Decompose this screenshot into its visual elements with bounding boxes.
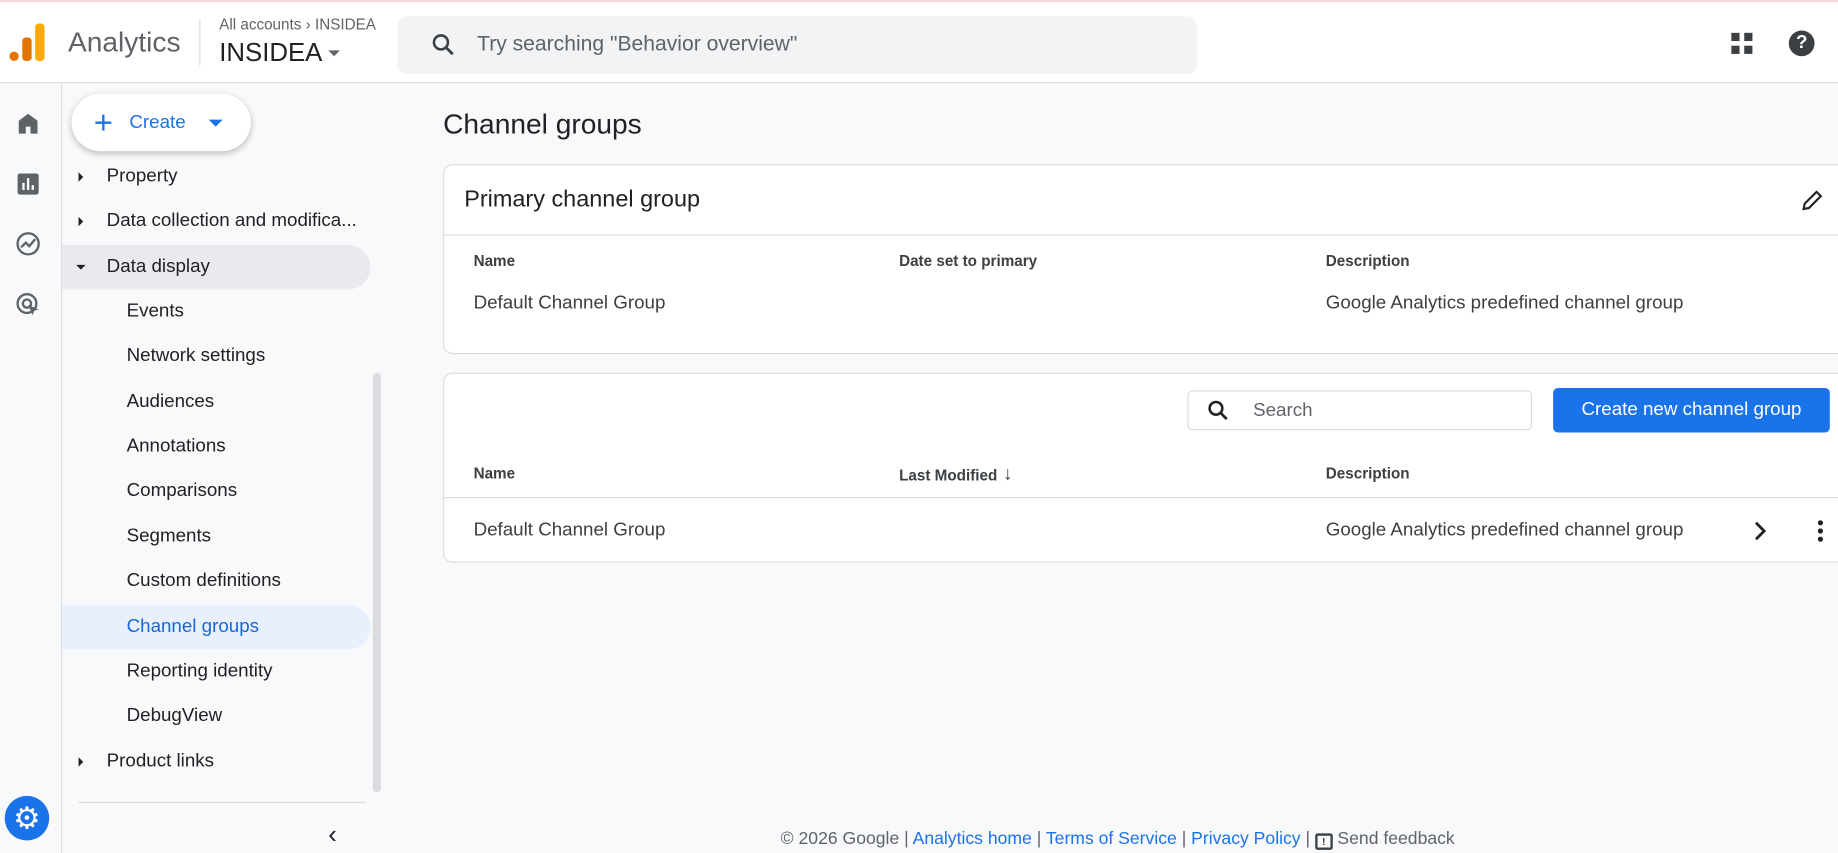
left-rail: ⚙ — [0, 83, 63, 853]
header-divider — [199, 18, 201, 66]
nav-label: Audiences — [126, 391, 215, 412]
nav-audiences[interactable]: Audiences — [62, 380, 370, 425]
nav-label: Data display — [106, 256, 210, 277]
create-label: Create — [129, 111, 186, 132]
breadcrumb-root[interactable]: All accounts — [219, 15, 301, 33]
expand-icon — [78, 172, 84, 182]
property-selector[interactable]: INSIDEA — [219, 38, 340, 68]
column-header-name: Name — [473, 252, 516, 270]
expand-icon — [78, 216, 84, 227]
send-feedback-button[interactable]: ! Send feedback — [1314, 828, 1455, 850]
nav-annotations[interactable]: Annotations — [62, 424, 370, 469]
privacy-link[interactable]: Privacy Policy — [1191, 829, 1300, 849]
nav-events[interactable]: Events — [62, 290, 370, 335]
nav-label: Data collection and modifica... — [106, 210, 357, 231]
search-placeholder: Try searching "Behavior overview" — [477, 31, 798, 56]
column-header-name[interactable]: Name — [474, 464, 516, 482]
nav-reporting-identity[interactable]: Reporting identity — [62, 649, 370, 694]
search-icon — [432, 34, 454, 56]
property-name: INSIDEA — [219, 37, 323, 67]
nav-label: Product links — [106, 751, 215, 772]
primary-channel-group-card: Primary channel group Name Date set to p… — [443, 164, 1838, 355]
nav-label: Network settings — [126, 345, 266, 366]
nav-label: Segments — [126, 526, 212, 547]
nav-label: DebugView — [126, 705, 223, 726]
nav-label: Events — [126, 301, 184, 322]
explore-icon[interactable] — [14, 230, 42, 258]
more-vert-icon[interactable] — [1817, 519, 1824, 542]
table-row[interactable]: Default Channel Group Google Analytics p… — [444, 498, 1838, 562]
nav-label: Comparisons — [126, 480, 238, 501]
primary-group-description: Google Analytics predefined channel grou… — [1325, 293, 1684, 313]
column-header-date: Date set to primary — [899, 252, 1038, 270]
apps-grid-icon[interactable] — [1730, 32, 1753, 55]
breadcrumb[interactable]: All accounts › INSIDEA — [219, 15, 376, 33]
plus-icon: + — [93, 103, 113, 141]
nav-debugview[interactable]: DebugView — [62, 694, 370, 739]
column-header-description: Description — [1325, 464, 1410, 482]
analytics-logo[interactable] — [9, 23, 45, 61]
nav-product-links[interactable]: Product links — [62, 740, 370, 785]
footer: © 2026 Google | Analytics home | Terms o… — [780, 828, 1455, 850]
app-name: Analytics — [67, 26, 181, 59]
send-feedback-label: Send feedback — [1337, 828, 1455, 849]
edit-pencil-icon[interactable] — [1799, 188, 1825, 214]
nav-label: Annotations — [126, 436, 226, 456]
caret-down-icon — [209, 118, 224, 127]
nav-scrollbar[interactable] — [372, 372, 381, 793]
row-description: Google Analytics predefined channel grou… — [1325, 520, 1684, 541]
nav-label: Custom definitions — [126, 570, 281, 591]
nav-label: Property — [106, 166, 178, 187]
create-new-channel-group-button[interactable]: Create new channel group — [1553, 387, 1830, 433]
home-icon[interactable] — [14, 109, 42, 137]
column-header-last-modified[interactable]: Last Modified ↓ — [899, 464, 1012, 485]
channel-groups-list-card: Search Create new channel group Name Las… — [443, 372, 1838, 563]
help-icon[interactable]: ? — [1788, 30, 1815, 57]
global-search-input[interactable]: Try searching "Behavior overview" — [397, 16, 1197, 74]
chevron-right-icon[interactable] — [1752, 520, 1768, 541]
nav-label: Channel groups — [126, 616, 260, 637]
nav-label: Reporting identity — [126, 661, 273, 682]
row-name: Default Channel Group — [473, 520, 666, 541]
nav-network-settings[interactable]: Network settings — [62, 334, 370, 379]
analytics-home-link[interactable]: Analytics home — [913, 829, 1032, 849]
list-search-input[interactable]: Search — [1187, 390, 1533, 431]
create-button[interactable]: + Create — [71, 93, 251, 152]
nav-comparisons[interactable]: Comparisons — [62, 469, 370, 514]
nav-channel-groups[interactable]: Channel groups — [62, 604, 371, 650]
page-title: Channel groups — [443, 109, 642, 141]
sort-arrow-down-icon: ↓ — [1003, 464, 1013, 485]
caret-down-icon — [328, 49, 340, 56]
card-title: Primary channel group — [464, 186, 701, 213]
collapse-nav-chevron-icon[interactable]: ‹ — [328, 819, 337, 849]
chevron-right-icon: › — [305, 15, 311, 33]
admin-gear-icon[interactable]: ⚙ — [4, 795, 50, 841]
app-header: Analytics All accounts › INSIDEA INSIDEA… — [0, 2, 1838, 84]
column-label: Last Modified — [899, 465, 998, 484]
nav-custom-definitions[interactable]: Custom definitions — [62, 559, 370, 604]
nav-property[interactable]: Property — [62, 155, 370, 200]
column-header-description: Description — [1325, 252, 1410, 270]
search-icon — [1208, 400, 1228, 421]
copyright: © 2026 Google — [780, 828, 900, 849]
card-divider — [444, 234, 1838, 236]
nav-data-collection[interactable]: Data collection and modifica... — [62, 199, 370, 244]
breadcrumb-current: INSIDEA — [314, 15, 376, 33]
advertising-icon[interactable] — [14, 291, 42, 319]
reports-icon[interactable] — [14, 170, 42, 198]
terms-link[interactable]: Terms of Service — [1046, 829, 1177, 849]
nav-segments[interactable]: Segments — [62, 515, 370, 560]
primary-group-name: Default Channel Group — [473, 293, 666, 313]
nav-divider — [78, 801, 366, 803]
expand-icon — [78, 757, 84, 767]
search-placeholder: Search — [1253, 400, 1313, 421]
nav-data-display[interactable]: Data display — [62, 244, 371, 290]
collapse-icon — [76, 264, 86, 270]
feedback-icon: ! — [1314, 833, 1333, 850]
